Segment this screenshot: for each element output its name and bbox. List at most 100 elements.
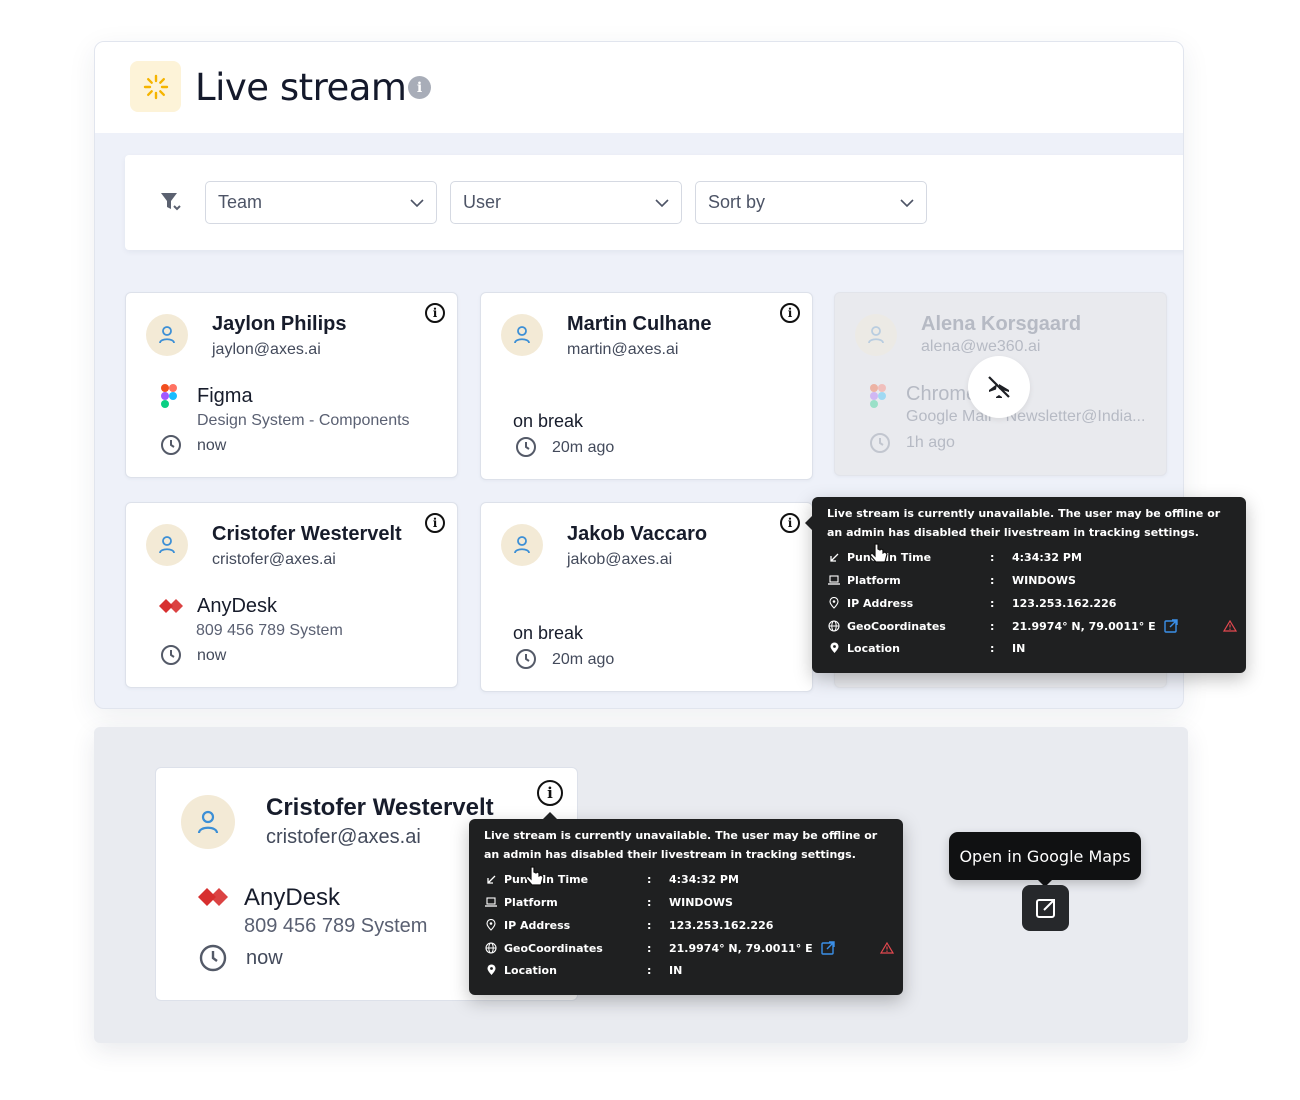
- chevron-down-icon: [655, 198, 669, 207]
- user-email: martin@axes.ai: [567, 341, 679, 358]
- app-detail: Google Mail - Newsletter@India...: [906, 408, 1146, 425]
- user-icon: [197, 810, 219, 834]
- user-card[interactable]: Jakob Vaccaro jakob@axes.ai i on break 2…: [480, 502, 813, 692]
- tooltip-row-geo: GeoCoordinates : 21.9974° N, 79.0011° E: [484, 939, 894, 957]
- maps-tooltip-text: Open in Google Maps: [959, 846, 1131, 866]
- external-link-icon[interactable]: [820, 941, 835, 955]
- clock-icon: [161, 645, 181, 665]
- avatar: [181, 795, 235, 849]
- app-detail: 809 456 789 System: [244, 915, 428, 937]
- page-title: Live stream: [195, 66, 407, 109]
- laptop-icon: [484, 897, 498, 907]
- open-in-maps-button[interactable]: [1022, 885, 1069, 931]
- user-select[interactable]: User: [450, 181, 682, 224]
- user-card[interactable]: Cristofer Westervelt cristofer@axes.ai i…: [125, 502, 458, 688]
- user-icon: [514, 536, 530, 554]
- clock-icon: [516, 437, 536, 457]
- external-link-icon: [1035, 899, 1055, 918]
- laptop-icon: [827, 575, 841, 585]
- app-name: Chrome: [906, 383, 978, 405]
- user-card-unavailable[interactable]: Alena Korsgaard alena@we360.ai Chrome Go…: [834, 292, 1167, 476]
- zoomed-detail-panel: Cristofer Westervelt cristofer@axes.ai i…: [94, 727, 1188, 1043]
- user-name: Martin Culhane: [567, 313, 712, 335]
- platform-value: WINDOWS: [1012, 573, 1076, 587]
- last-activity-time: 20m ago: [552, 439, 615, 456]
- figma-icon: [870, 384, 886, 408]
- info-icon[interactable]: i: [780, 303, 800, 323]
- punch-in-time: 4:34:32 PM: [669, 872, 739, 886]
- avatar: [146, 314, 188, 356]
- filter-icon[interactable]: [159, 191, 183, 213]
- tooltip-row-ip: IP Address : 123.253.162.226: [484, 916, 894, 934]
- app-detail: Design System - Components: [197, 412, 410, 429]
- tooltip-arrow: [543, 812, 557, 819]
- anydesk-icon: [198, 888, 228, 906]
- pin-filled-icon: [827, 642, 841, 654]
- info-icon[interactable]: i: [780, 513, 800, 533]
- pin-outline-icon: [827, 597, 841, 609]
- sort-select-value: Sort by: [708, 192, 766, 212]
- user-card[interactable]: Jaylon Philips jaylon@axes.ai i Figma De…: [125, 292, 458, 478]
- avatar: [501, 524, 543, 566]
- user-email: cristofer@axes.ai: [212, 551, 336, 568]
- clock-icon: [199, 944, 227, 972]
- app-detail: 809 456 789 System: [196, 622, 343, 639]
- location-value: IN: [669, 963, 683, 977]
- app-name: AnyDesk: [244, 884, 341, 911]
- user-name: Alena Korsgaard: [921, 313, 1082, 335]
- pin-outline-icon: [484, 919, 498, 931]
- chevron-down-icon: [900, 198, 914, 207]
- clock-icon: [870, 433, 890, 453]
- globe-icon: [827, 620, 841, 632]
- app-name: AnyDesk: [197, 595, 278, 617]
- user-name: Jakob Vaccaro: [567, 523, 708, 545]
- last-activity-time: now: [197, 437, 227, 454]
- ip-address-value: 123.253.162.226: [669, 918, 774, 932]
- tooltip-row-location: Location : IN: [827, 639, 1237, 657]
- user-email: jaylon@axes.ai: [212, 341, 321, 358]
- page-header: Live stream i: [95, 42, 1183, 133]
- app-name: Figma: [197, 385, 253, 407]
- user-select-value: User: [463, 192, 502, 212]
- info-icon[interactable]: i: [425, 303, 445, 323]
- last-activity-time: now: [246, 947, 283, 969]
- info-icon[interactable]: i: [408, 76, 431, 99]
- tooltip-row-platform: Platform : WINDOWS: [484, 893, 894, 911]
- cursor-pointer-icon: [525, 866, 544, 886]
- platform-value: WINDOWS: [669, 895, 733, 909]
- sort-select[interactable]: Sort by: [695, 181, 927, 224]
- last-activity-time: now: [197, 647, 227, 664]
- livestream-info-tooltip: Live stream is currently unavailable. Th…: [469, 812, 903, 995]
- user-name: Cristofer Westervelt: [266, 794, 494, 821]
- anydesk-icon: [159, 599, 183, 613]
- info-icon[interactable]: i: [537, 780, 563, 806]
- last-activity-time: 1h ago: [906, 434, 955, 451]
- clock-icon: [161, 435, 181, 455]
- team-select[interactable]: Team: [205, 181, 437, 224]
- tooltip-message: Live stream is currently unavailable. Th…: [827, 507, 1221, 539]
- avatar: [146, 524, 188, 566]
- figma-icon: [161, 384, 177, 408]
- team-select-value: Team: [218, 192, 263, 212]
- tooltip-row-location: Location : IN: [484, 961, 894, 979]
- tooltip-arrow: [805, 516, 812, 530]
- warning-icon: [880, 942, 894, 954]
- ip-address-value: 123.253.162.226: [1012, 596, 1117, 610]
- user-icon: [514, 326, 530, 344]
- cursor-pointer-icon: [869, 543, 888, 563]
- external-link-icon[interactable]: [1163, 619, 1178, 633]
- status-text: on break: [513, 411, 584, 431]
- last-activity-time: 20m ago: [552, 651, 615, 668]
- punch-in-icon: [827, 552, 841, 563]
- avatar: [501, 314, 543, 356]
- geo-coordinates-value: 21.9974° N, 79.0011° E: [669, 941, 813, 955]
- filter-bar: Team User Sort by: [125, 155, 1183, 250]
- info-icon[interactable]: i: [425, 513, 445, 533]
- tooltip-row-platform: Platform : WINDOWS: [827, 571, 1237, 589]
- livestream-info-tooltip: Live stream is currently unavailable. Th…: [805, 497, 1246, 673]
- user-card[interactable]: Martin Culhane martin@axes.ai i on break…: [480, 292, 813, 480]
- airplane-off-icon: [988, 376, 1010, 398]
- avatar: [855, 314, 897, 356]
- user-icon: [159, 326, 175, 344]
- warning-icon: [1223, 620, 1237, 632]
